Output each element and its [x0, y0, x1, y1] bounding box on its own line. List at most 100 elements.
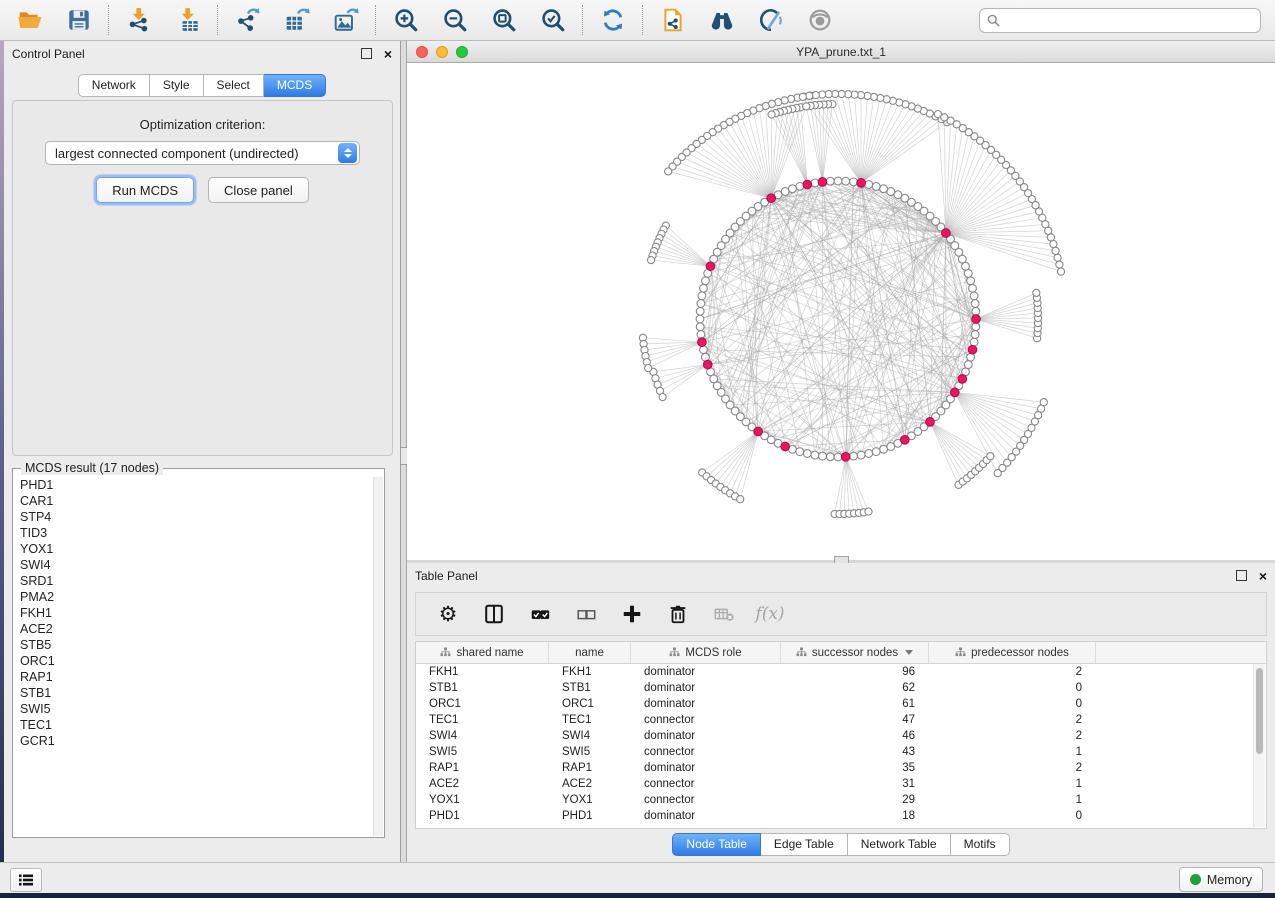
graph-edge[interactable]: [660, 365, 708, 391]
graph-edge[interactable]: [946, 218, 1042, 233]
tab-network[interactable]: Network: [78, 74, 150, 97]
graph-node[interactable]: [972, 307, 980, 315]
table-row[interactable]: SWI5SWI5connector431: [416, 744, 1266, 760]
graph-node[interactable]: [967, 277, 975, 285]
zoom-selected-icon[interactable]: [539, 7, 566, 34]
graph-edge[interactable]: [976, 293, 1036, 319]
graph-leaf-node[interactable]: [648, 257, 655, 264]
graph-mcds-hub-node[interactable]: [901, 436, 910, 445]
table-row[interactable]: ACE2ACE2connector311: [416, 776, 1266, 792]
graph-leaf-node[interactable]: [768, 111, 775, 118]
graph-edge[interactable]: [955, 392, 1020, 445]
graph-mcds-hub-node[interactable]: [841, 453, 850, 462]
search-network-icon[interactable]: [708, 7, 735, 34]
graph-edge[interactable]: [976, 319, 1038, 328]
graph-leaf-node[interactable]: [645, 365, 652, 372]
table-row[interactable]: YOX1YOX1connector291: [416, 792, 1266, 808]
show-columns-icon[interactable]: [482, 602, 506, 626]
table-row[interactable]: PHD1PHD1dominator180: [416, 808, 1266, 824]
graph-node[interactable]: [697, 331, 705, 339]
graph-node[interactable]: [972, 323, 980, 331]
graph-node[interactable]: [696, 315, 704, 323]
select-all-icon[interactable]: [528, 602, 552, 626]
graph-mcds-hub-node[interactable]: [942, 229, 951, 238]
graph-node[interactable]: [811, 451, 819, 459]
graph-edge[interactable]: [976, 308, 1038, 319]
graph-mcds-hub-node[interactable]: [926, 418, 935, 427]
list-item[interactable]: GCR1: [14, 733, 374, 749]
column-header-successor-nodes[interactable]: successor nodes: [781, 642, 929, 663]
graph-mcds-hub-node[interactable]: [706, 262, 715, 271]
graph-edge[interactable]: [835, 94, 861, 183]
tab-edge-table[interactable]: Edge Table: [761, 833, 848, 856]
deselect-all-icon[interactable]: [574, 602, 598, 626]
graph-edge[interactable]: [861, 104, 905, 183]
graph-edge[interactable]: [662, 234, 711, 266]
search-input[interactable]: [1005, 10, 1260, 32]
graph-mcds-hub-node[interactable]: [703, 360, 712, 369]
graph-leaf-node[interactable]: [1057, 268, 1064, 275]
network-file-icon[interactable]: [659, 7, 686, 34]
memory-button[interactable]: Memory: [1179, 867, 1263, 892]
graph-node[interactable]: [696, 323, 704, 331]
graph-node[interactable]: [971, 300, 979, 308]
table-settings-icon[interactable]: ⚙: [436, 602, 460, 626]
search-field[interactable]: [979, 8, 1261, 33]
mcds-list-scrollbar[interactable]: [373, 477, 383, 836]
graph-leaf-node[interactable]: [1052, 247, 1059, 254]
close-panel-button[interactable]: Close panel: [208, 177, 309, 203]
graph-node[interactable]: [964, 361, 972, 369]
graph-edge[interactable]: [647, 342, 702, 362]
graph-edge[interactable]: [946, 182, 1020, 234]
graph-edge[interactable]: [946, 170, 1011, 233]
graph-edge[interactable]: [955, 392, 1024, 440]
open-file-icon[interactable]: [16, 7, 43, 34]
graph-edge[interactable]: [930, 422, 967, 478]
graph-node[interactable]: [803, 450, 811, 458]
table-row[interactable]: FKH1FKH1dominator962: [416, 664, 1266, 680]
graph-edge[interactable]: [846, 457, 869, 512]
zoom-fit-icon[interactable]: [490, 7, 517, 34]
list-item[interactable]: STB1: [14, 685, 374, 701]
graph-mcds-hub-node[interactable]: [767, 194, 776, 203]
graph-node[interactable]: [826, 453, 834, 461]
graph-leaf-node[interactable]: [1054, 254, 1061, 261]
graph-node[interactable]: [819, 452, 827, 460]
graph-mcds-hub-node[interactable]: [818, 178, 827, 187]
scrollbar-thumb[interactable]: [1256, 668, 1263, 754]
graph-node[interactable]: [872, 448, 880, 456]
graph-node[interactable]: [696, 307, 704, 315]
table-row[interactable]: RAP1RAP1dominator352: [416, 760, 1266, 776]
graph-leaf-node[interactable]: [865, 508, 872, 515]
export-table-icon[interactable]: [283, 7, 310, 34]
graph-node[interactable]: [842, 177, 850, 185]
graph-leaf-node[interactable]: [737, 496, 744, 503]
graph-node[interactable]: [865, 450, 873, 458]
column-header-name[interactable]: name: [549, 642, 631, 663]
table-row[interactable]: STB1STB1dominator620: [416, 680, 1266, 696]
tab-network-table[interactable]: Network Table: [848, 833, 951, 856]
column-header-predecessor-nodes[interactable]: predecessor nodes: [929, 642, 1096, 663]
mcds-result-list[interactable]: PHD1CAR1STP4TID3YOX1SWI4SRD1PMA2FKH1ACE2…: [14, 477, 374, 836]
graph-node[interactable]: [971, 331, 979, 339]
table-row[interactable]: TEC1TEC1connector472: [416, 712, 1266, 728]
graph-node[interactable]: [834, 177, 842, 185]
list-item[interactable]: FKH1: [14, 605, 374, 621]
optimization-criterion-select[interactable]: largest connected component (undirected): [45, 141, 360, 165]
graph-leaf-node[interactable]: [1056, 261, 1063, 268]
import-table-icon[interactable]: [174, 7, 201, 34]
graph-node[interactable]: [850, 178, 858, 186]
graph-mcds-hub-node[interactable]: [857, 179, 866, 188]
list-item[interactable]: ACE2: [14, 621, 374, 637]
refresh-icon[interactable]: [599, 7, 626, 34]
graph-mcds-hub-node[interactable]: [951, 388, 960, 397]
graph-node[interactable]: [964, 270, 972, 278]
table-row[interactable]: SWI4SWI4dominator462: [416, 728, 1266, 744]
tab-style[interactable]: Style: [150, 74, 204, 97]
zoom-out-icon[interactable]: [441, 7, 468, 34]
list-item[interactable]: TEC1: [14, 717, 374, 733]
graph-edge[interactable]: [930, 422, 975, 471]
close-panel-icon[interactable]: ×: [384, 47, 392, 61]
graph-edge[interactable]: [861, 122, 947, 183]
graph-leaf-node[interactable]: [665, 168, 672, 175]
